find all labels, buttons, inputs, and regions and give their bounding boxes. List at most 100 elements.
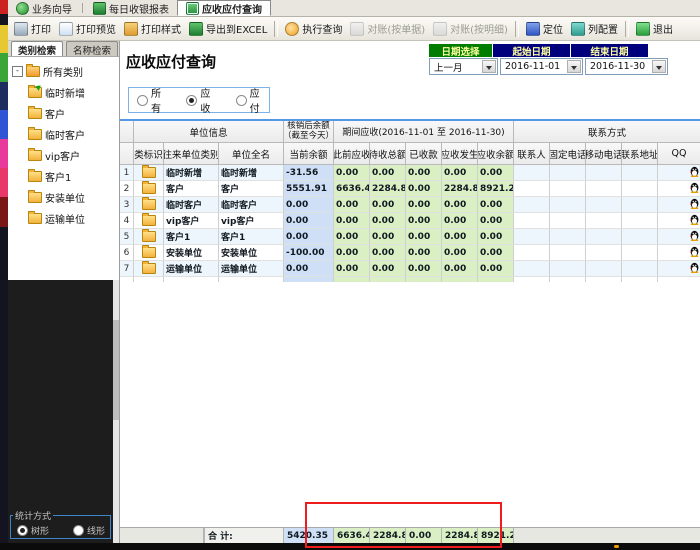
end-date-value: 2016-11-30 — [590, 61, 645, 72]
dock-color-block[interactable] — [0, 110, 8, 139]
列配置-button[interactable]: 列配置 — [567, 19, 622, 38]
qq-icon[interactable] — [690, 166, 699, 180]
column-header-此前应收[interactable]: 此前应收 — [334, 143, 370, 165]
tab-label: 业务向导 — [32, 1, 72, 16]
cell-contact — [622, 181, 658, 197]
cell-received: 0.00 — [406, 261, 442, 277]
tab-应收应付查询[interactable]: 应收应付查询 — [177, 0, 271, 16]
cell-contact — [550, 213, 586, 229]
scrollbar-thumb[interactable] — [113, 320, 119, 420]
tab-业务向导[interactable]: 业务向导 — [8, 0, 80, 16]
toolbar-button-label: 对账(按单据) — [367, 21, 425, 36]
scope-option-应付[interactable]: 应付 — [236, 85, 269, 115]
dock-color-block[interactable] — [0, 25, 8, 53]
scope-option-所有[interactable]: 所有 — [137, 85, 170, 115]
cell-current-balance: 0.00 — [284, 197, 334, 213]
tree-root[interactable]: -所有类别 — [8, 61, 119, 82]
table-row[interactable]: 4vip客户vip客户0.000.000.000.000.000.00 — [120, 213, 700, 229]
column-header-移动电话[interactable]: 移动电话 — [586, 143, 622, 165]
start-date-select[interactable]: 2016-11-01 — [500, 58, 583, 75]
table-row[interactable]: 5客户1客户10.000.000.000.000.000.00 — [120, 229, 700, 245]
退出-button[interactable]: 退出 — [632, 19, 677, 38]
定位-button[interactable]: 定位 — [522, 19, 567, 38]
radio-selected-icon[interactable] — [17, 525, 28, 536]
radio-icon[interactable] — [236, 95, 247, 106]
summary-label: 合 计: — [204, 528, 284, 543]
tree-item-label: 运输单位 — [45, 211, 85, 226]
导出到EXCEL-button[interactable]: 导出到EXCEL — [185, 19, 271, 38]
dock-color-block[interactable] — [0, 168, 8, 197]
status-dot — [614, 545, 619, 548]
column-header-应收发生[interactable]: 应收发生 — [442, 143, 478, 165]
tree-item[interactable]: 临时新增 — [8, 82, 119, 103]
dock-color-block[interactable] — [0, 197, 8, 227]
打印预览-button[interactable]: 打印预览 — [55, 19, 120, 38]
qq-icon[interactable] — [690, 246, 699, 260]
column-header-联系地址[interactable]: 联系地址 — [622, 143, 658, 165]
tree-item[interactable]: 客户1 — [8, 166, 119, 187]
tree-expander-icon[interactable]: - — [12, 66, 23, 77]
radio-icon[interactable] — [73, 525, 84, 536]
table-row[interactable]: 7运输单位运输单位0.000.000.000.000.000.00 — [120, 261, 700, 277]
tree-item-label: 客户1 — [45, 169, 71, 184]
end-date-select[interactable]: 2016-11-30 — [585, 58, 668, 75]
cell-category-icon — [134, 261, 164, 277]
tree-item[interactable]: 临时客户 — [8, 124, 119, 145]
cell-remain: 0.00 — [478, 245, 514, 261]
date-preset-select[interactable]: 上一月 — [429, 58, 498, 75]
qq-icon[interactable] — [690, 230, 699, 244]
stats-option[interactable]: 线形 — [73, 524, 105, 537]
column-header-联系人[interactable]: 联系人 — [514, 143, 550, 165]
chevron-down-icon[interactable] — [482, 60, 496, 73]
打印样式-button[interactable]: 打印样式 — [120, 19, 185, 38]
cell-contact — [622, 261, 658, 277]
column-header-单位全名[interactable]: 单位全名 — [219, 143, 284, 165]
column-header-往来单位类别[interactable]: 往来单位类别 — [164, 143, 219, 165]
cell-prev: 0.00 — [334, 261, 370, 277]
打印-button[interactable]: 打印 — [10, 19, 55, 38]
column-header-已收款[interactable]: 已收款 — [406, 143, 442, 165]
dock-color-block[interactable] — [0, 0, 8, 14]
cell-pending: 0.00 — [370, 229, 406, 245]
cell-category-icon — [134, 197, 164, 213]
radio-selected-icon[interactable] — [186, 95, 197, 106]
dock-color-block[interactable] — [0, 139, 8, 168]
column-header-类标识[interactable]: 类标识 — [134, 143, 164, 165]
cell-contact — [514, 245, 550, 261]
table-row[interactable]: 2客户客户5551.916636.472284.800.002284.80892… — [120, 181, 700, 197]
sidebar-tab-类别检索[interactable]: 类别检索 — [11, 41, 63, 56]
tab-每日收银报表[interactable]: 每日收银报表 — [85, 0, 177, 16]
tree-item[interactable]: 安装单位 — [8, 187, 119, 208]
column-header-应收余额[interactable]: 应收余额 — [478, 143, 514, 165]
qq-icon[interactable] — [690, 182, 699, 196]
执行查询-button[interactable]: 执行查询 — [281, 19, 346, 38]
radio-icon[interactable] — [137, 95, 148, 106]
sidebar-scrollbar[interactable] — [113, 280, 119, 543]
table-row[interactable]: 6安装单位安装单位-100.000.000.000.000.000.00 — [120, 245, 700, 261]
chevron-down-icon[interactable] — [567, 60, 581, 73]
qq-icon[interactable] — [690, 214, 699, 228]
table-row[interactable]: 3临时客户临时客户0.000.000.000.000.000.00 — [120, 197, 700, 213]
cell-prev: 0.00 — [334, 165, 370, 181]
column-header-固定电话[interactable]: 固定电话 — [550, 143, 586, 165]
cell-prev: 0.00 — [334, 245, 370, 261]
summary-current-balance: 5420.35 — [284, 528, 334, 543]
qq-icon[interactable] — [690, 198, 699, 212]
qq-icon[interactable] — [690, 262, 699, 276]
sidebar-tab-名称检索[interactable]: 名称检索 — [66, 41, 118, 56]
stats-groupbox: 统计方式 树形线形 — [10, 509, 111, 539]
column-header-当前余额[interactable]: 当前余额 — [284, 143, 334, 165]
table-row[interactable]: 1临时新增临时新增-31.560.000.000.000.000.00 — [120, 165, 700, 181]
scope-option-应收[interactable]: 应收 — [186, 85, 219, 115]
column-header-QQ[interactable]: QQ — [658, 143, 700, 165]
tree-item[interactable]: vip客户 — [8, 145, 119, 166]
dock-color-block[interactable] — [0, 82, 8, 110]
cell-received: 0.00 — [406, 229, 442, 245]
tree-item[interactable]: 运输单位 — [8, 208, 119, 229]
tree-item[interactable]: 客户 — [8, 103, 119, 124]
stats-option[interactable]: 树形 — [17, 524, 49, 537]
column-header-待收总额[interactable]: 待收总额 — [370, 143, 406, 165]
preview-icon — [59, 22, 73, 36]
chevron-down-icon[interactable] — [652, 60, 666, 73]
dock-color-block[interactable] — [0, 53, 8, 82]
